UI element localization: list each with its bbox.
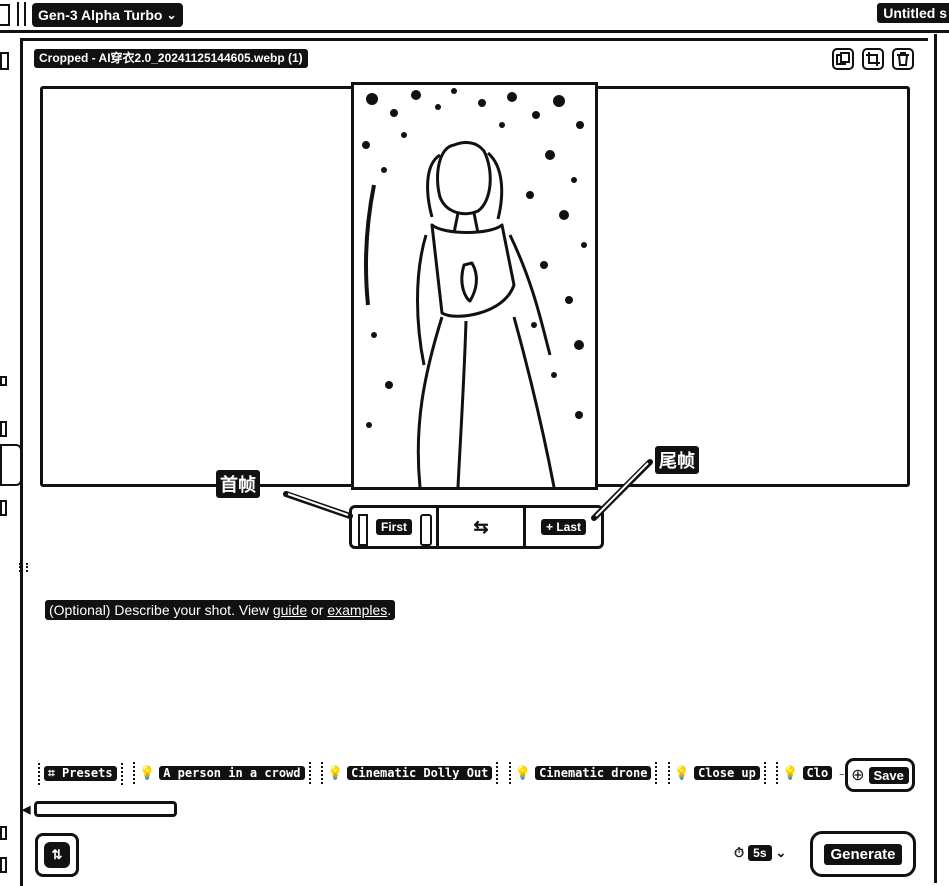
frame-handle-icon[interactable] [420,514,432,546]
examples-link[interactable]: examples [327,602,387,618]
trash-icon[interactable] [892,48,914,70]
suggestion-chip[interactable]: 💡 A person in a crowd [133,762,311,784]
frame-toggle: First ⇆ + Last [349,505,604,549]
crop-icon[interactable] [862,48,884,70]
save-label: Save [868,766,909,784]
suggestion-label: Close up [694,766,760,780]
first-frame-slot[interactable]: First [352,508,439,546]
lightbulb-icon: 💡 [326,765,344,780]
lightbulb-icon: 💡 [514,765,532,780]
model-label: Gen-3 Alpha Turbo [38,7,163,23]
top-bar: Gen-3 Alpha Turbo ⌄ Untitled s [0,0,949,33]
suggestion-label: A person in a crowd [159,766,305,780]
duration-value: 5s [748,845,772,861]
asset-file-name: Cropped - AI穿衣2.0_20241125144605.webp (1… [34,49,308,68]
left-rail-fragment [0,421,7,437]
first-frame-callout: 首帧 [216,470,260,498]
left-rail-fragment [0,500,7,516]
project-title[interactable]: Untitled s [877,3,949,23]
duration-selector[interactable]: ⏱ 5s ⌄ [734,845,786,861]
last-frame-slot[interactable]: + Last [526,508,601,546]
suggestion-chip[interactable]: 💡 Close up [667,762,766,784]
suggestion-label: Cinematic Dolly Out [347,766,493,780]
suggestion-chip[interactable]: 💡 Cinematic Dolly Out [320,762,499,784]
prompt-hint-prefix: (Optional) Describe your shot. View [49,602,273,618]
last-frame-callout: 尾帧 [655,446,699,474]
left-rail-fragment [0,376,7,386]
timer-icon: ⏱ [734,845,745,860]
prompt-hint-suffix: . [387,602,392,618]
lightbulb-icon: 💡 [782,765,799,780]
uploaded-image [351,82,598,490]
generate-label: Generate [824,843,902,865]
progress-bar [34,801,177,817]
prompt-input[interactable]: (Optional) Describe your shot. View guid… [45,600,396,620]
presets-text: Presets [62,766,113,780]
lightbulb-icon: 💡 [673,765,691,780]
model-selector[interactable]: Gen-3 Alpha Turbo ⌄ [32,3,183,27]
left-rail-fragment [0,826,7,840]
right-panel-edge [934,34,949,883]
last-frame-label: + Last [540,519,586,535]
swap-frames-button[interactable]: ⇆ [439,508,526,546]
left-rail-fragment [0,857,7,873]
left-rail-fragment[interactable] [0,444,22,486]
presets-label: ⌗ Presets [44,766,117,781]
suggestion-label: Clo [802,766,833,780]
toolbar-separator [17,2,26,26]
suggestion-label: Cinematic drone [535,766,652,780]
guide-link[interactable]: guide [273,602,307,618]
save-preset-button[interactable]: ⊕ Save [845,758,915,792]
prompt-hint-middle: or [307,602,328,618]
menu-edge-icon[interactable] [0,4,10,26]
chevron-down-icon: ⌄ [775,845,787,860]
first-frame-thumbnail [358,514,368,546]
image-illustration [354,85,595,487]
first-frame-label: First [375,519,412,535]
settings-button[interactable]: ⇅ [35,833,79,877]
lightbulb-icon: 💡 [139,765,156,780]
save-icon: ⊕ [851,767,865,784]
presets-chip[interactable]: ⌗ Presets [38,762,123,785]
collapse-arrow-icon[interactable]: ◀ [22,803,30,816]
copy-icon[interactable] [832,48,854,70]
swap-arrows-icon: ⇆ [473,516,489,537]
presets-icon: ⌗ [48,766,55,780]
chevron-down-icon: ⌄ [166,8,177,22]
suggestion-chip[interactable]: 💡 Cinematic drone [508,762,658,784]
generate-button[interactable]: Generate [810,831,916,877]
prompt-suggestions: ⌗ Presets 💡 A person in a crowd 💡 Cinema… [38,762,844,788]
scroll-right-icon[interactable]: → [836,764,844,782]
sliders-icon: ⇅ [44,842,70,868]
drag-handle-icon[interactable] [19,563,28,572]
left-rail-fragment [0,52,9,70]
suggestion-chip[interactable]: 💡 Clo → [776,762,844,784]
